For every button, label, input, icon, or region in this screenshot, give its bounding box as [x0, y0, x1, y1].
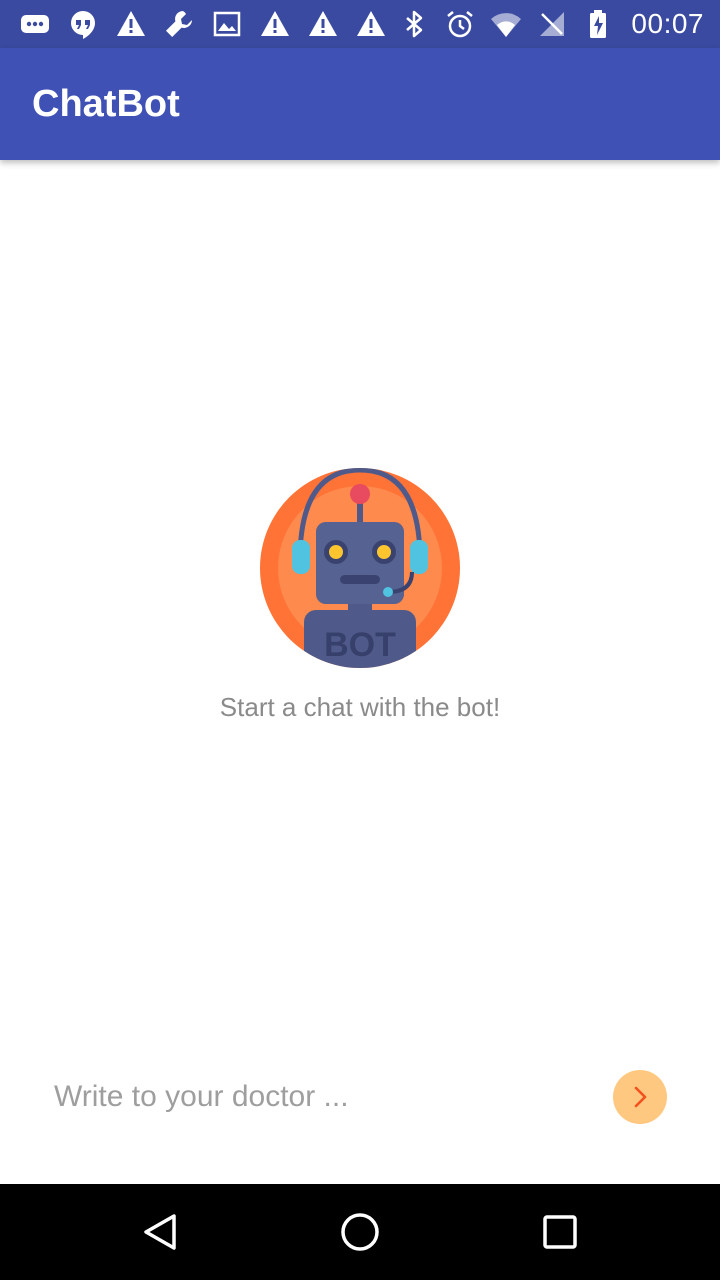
- message-composer: [0, 1060, 720, 1132]
- no-signal-icon: [535, 7, 569, 41]
- chevron-right-icon: [634, 1086, 647, 1108]
- warning-icon: [354, 7, 388, 41]
- warning-icon: [258, 7, 292, 41]
- warning-icon: [114, 7, 148, 41]
- alarm-icon: [443, 7, 477, 41]
- chat-screen: 00:07 ChatBot BOT Start a chat with the …: [0, 0, 720, 1280]
- system-icons: 00:07: [397, 0, 704, 48]
- wrench-icon: [162, 7, 196, 41]
- back-icon: [144, 1214, 176, 1250]
- recents-icon: [543, 1215, 577, 1249]
- home-icon: [341, 1213, 379, 1251]
- back-button[interactable]: [112, 1184, 208, 1280]
- bluetooth-icon: [397, 7, 431, 41]
- bot-avatar-icon: BOT: [260, 468, 460, 668]
- battery-charging-icon: [581, 7, 615, 41]
- empty-state-message: Start a chat with the bot!: [219, 692, 501, 722]
- warning-icon: [306, 7, 340, 41]
- hangouts-icon: [66, 7, 100, 41]
- app-bar: ChatBot: [0, 48, 720, 160]
- message-input[interactable]: [40, 1068, 608, 1126]
- messages-icon: [18, 7, 52, 41]
- empty-chat-state: BOT Start a chat with the bot!: [0, 468, 720, 723]
- status-clock: 00:07: [631, 8, 704, 39]
- image-icon: [210, 7, 244, 41]
- home-button[interactable]: [312, 1184, 408, 1280]
- notification-icons: [18, 0, 388, 48]
- app-title: ChatBot: [32, 83, 180, 125]
- status-bar: 00:07: [0, 0, 720, 48]
- system-nav-bar: [0, 1184, 720, 1280]
- bot-label: BOT: [324, 626, 396, 664]
- send-button[interactable]: [613, 1070, 667, 1124]
- wifi-icon: [489, 7, 523, 41]
- recents-button[interactable]: [512, 1184, 608, 1280]
